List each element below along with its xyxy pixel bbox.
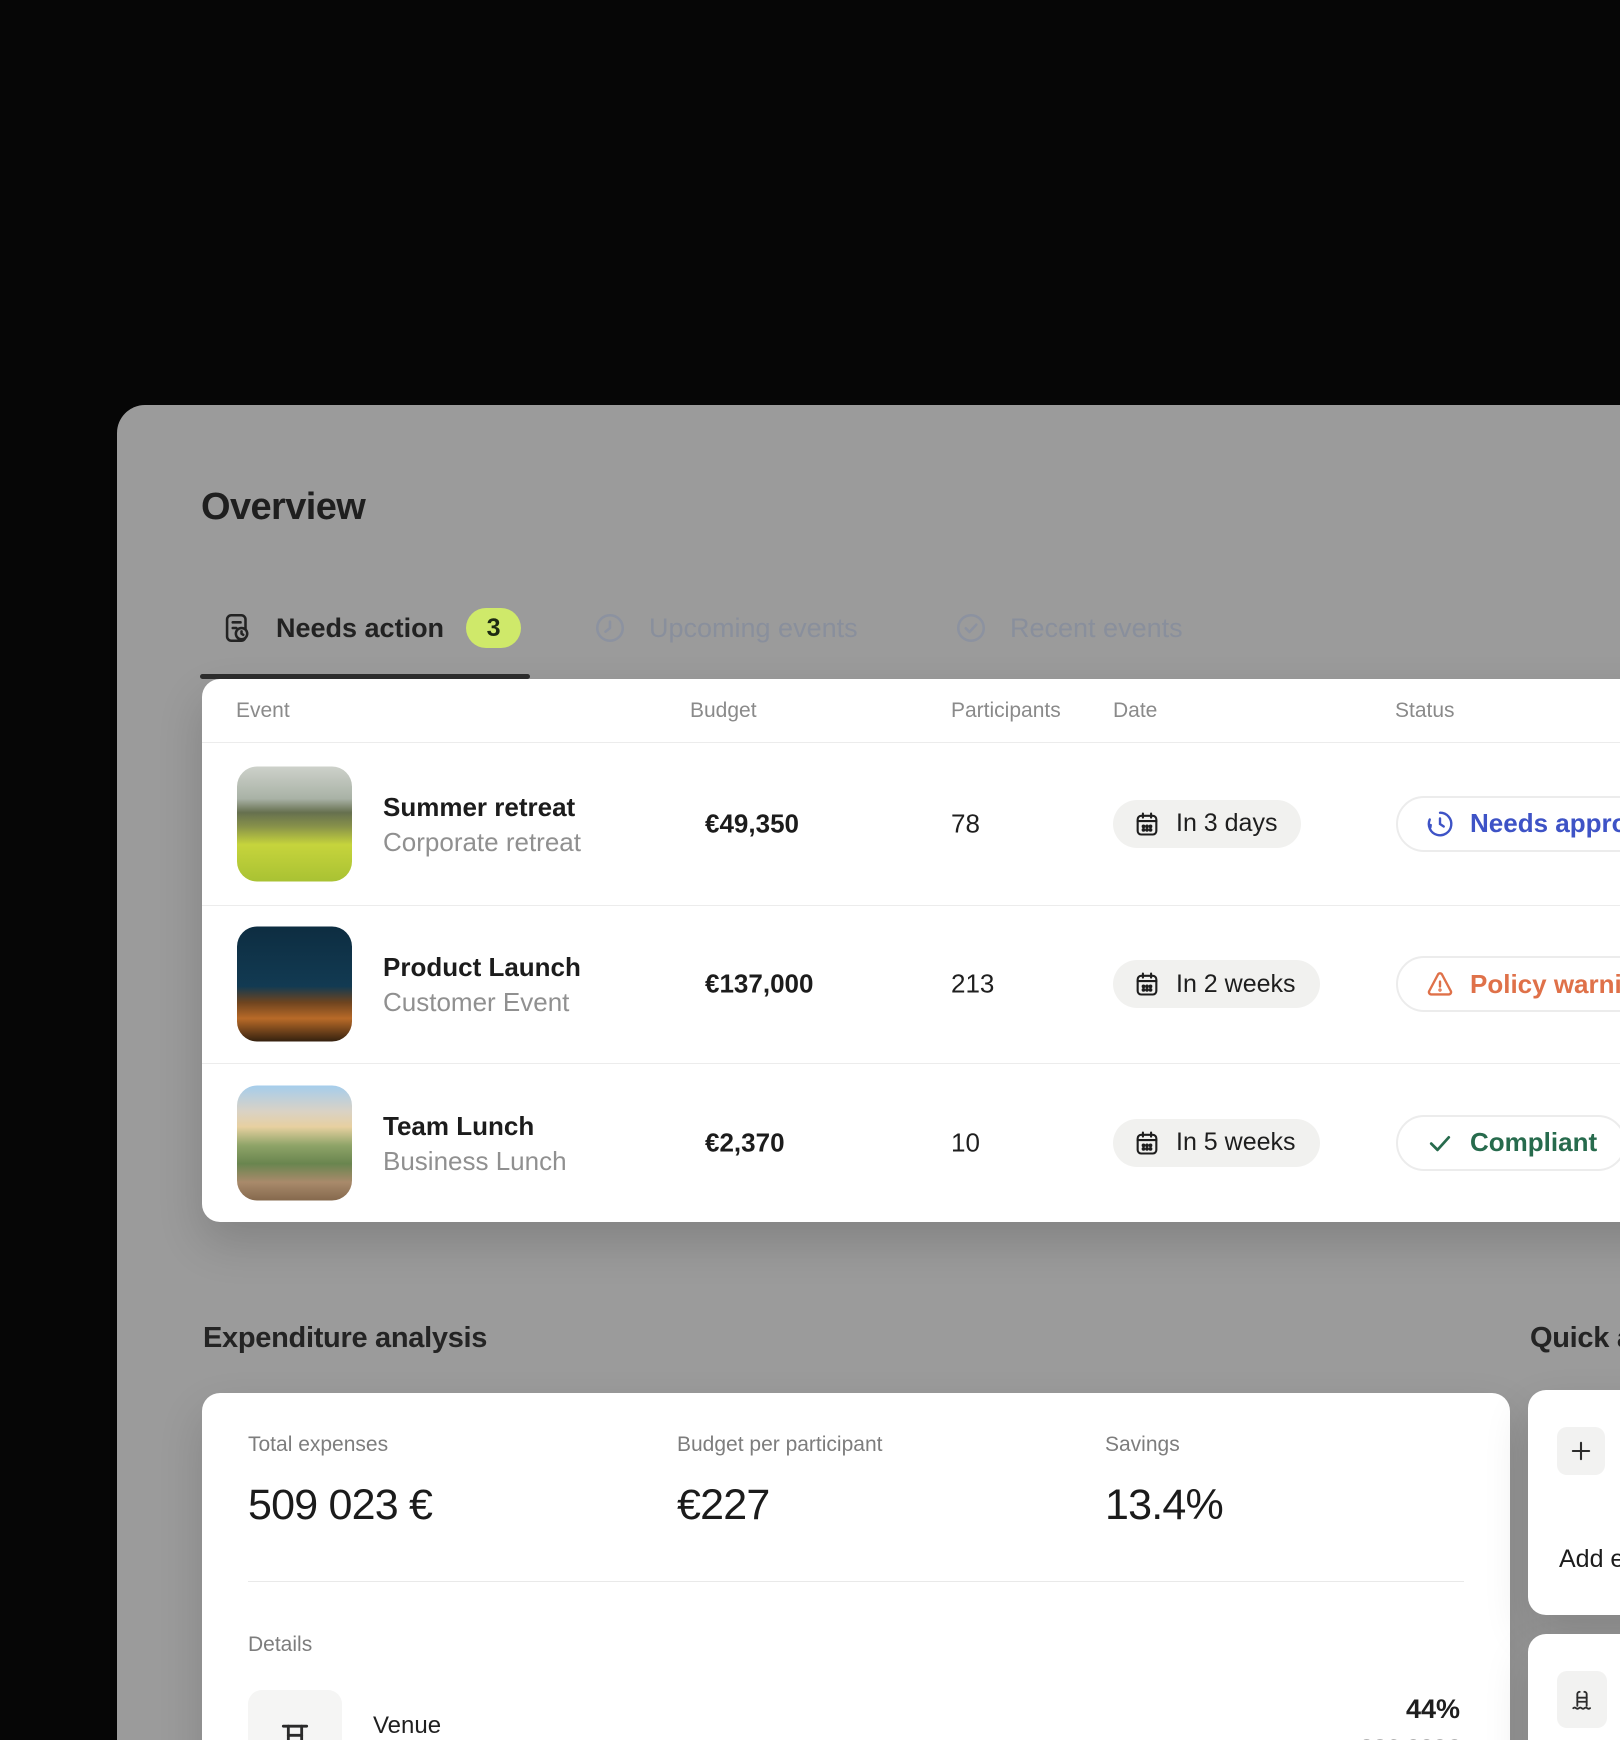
warning-triangle-icon [1425,969,1455,999]
column-header-budget: Budget [690,679,757,742]
table-header: Event Budget Participants Date Status [202,679,1620,742]
stat-value: €227 [677,1481,882,1530]
stat-savings: Savings 13.4% [1105,1433,1223,1530]
status-label: Policy warning [1470,969,1620,1000]
detail-amount: 226 000€ [1360,1735,1460,1740]
quick-action-label: Add event [1559,1545,1620,1574]
tab-label: Recent events [1010,613,1183,644]
tab-recent-events[interactable]: Recent events [954,604,1183,652]
plus-icon [1567,1437,1595,1465]
date-label: In 5 weeks [1176,1128,1296,1157]
event-subtitle: Corporate retreat [383,825,581,859]
file-clock-icon [220,611,254,645]
stat-value: 13.4% [1105,1481,1223,1530]
expenditure-analysis-card: Total expenses 509 023 € Budget per part… [202,1393,1510,1740]
date-chip: In 5 weeks [1113,1119,1320,1167]
stat-label: Budget per participant [677,1433,882,1457]
venue-building-icon [275,1717,315,1740]
app-screenshot: Overview Needs action 3 Upcoming events [0,0,1620,1740]
status-badge-needs-approval[interactable]: Needs approval [1396,796,1620,852]
stat-label: Total expenses [248,1433,432,1457]
divider [248,1581,1464,1582]
table-row-summer-retreat[interactable]: Summer retreat Corporate retreat €49,350… [202,742,1620,905]
budget-cell: €137,000 [705,969,813,1000]
status-badge-compliant[interactable]: Compliant [1396,1115,1620,1171]
table-row-team-lunch[interactable]: Team Lunch Business Lunch €2,370 10 In 5… [202,1063,1620,1222]
status-label: Compliant [1470,1127,1597,1158]
date-label: In 3 days [1176,809,1277,838]
stat-value: 509 023 € [248,1481,432,1530]
column-header-event: Event [236,679,290,742]
detail-row-venue[interactable]: Venue 44% 226 000€ [248,1690,1460,1740]
expenditure-analysis-title: Expenditure analysis [203,1322,487,1355]
calendar-icon [1133,1129,1161,1157]
detail-percent: 44% [1360,1694,1460,1725]
date-chip: In 2 weeks [1113,960,1320,1008]
check-circle-icon [954,611,988,645]
event-subtitle: Business Lunch [383,1144,567,1178]
event-title: Summer retreat [383,789,581,825]
detail-name: Venue [373,1712,441,1740]
tab-upcoming-events[interactable]: Upcoming events [593,604,858,652]
event-subtitle: Customer Event [383,985,581,1019]
quick-action-card[interactable] [1528,1634,1620,1740]
status-badge-policy-warning[interactable]: Policy warning [1396,956,1620,1012]
status-label: Needs approval [1470,808,1620,839]
plus-icon-box[interactable] [1557,1427,1605,1475]
calendar-icon [1133,970,1161,998]
event-thumbnail [237,766,352,881]
participants-cell: 10 [951,1127,980,1158]
budget-cell: €49,350 [705,808,799,839]
pool-ladder-icon-box[interactable] [1557,1671,1607,1728]
tab-needs-action[interactable]: Needs action 3 [220,604,521,652]
event-thumbnail [237,1085,352,1200]
quick-action-add-event-card[interactable]: Add event [1528,1390,1620,1615]
event-title: Product Launch [383,949,581,985]
calendar-icon [1133,810,1161,838]
participants-cell: 78 [951,808,980,839]
participants-cell: 213 [951,969,994,1000]
clock-icon [593,611,627,645]
details-label: Details [248,1633,312,1657]
date-chip: In 3 days [1113,800,1301,848]
tab-label: Needs action [276,613,444,644]
event-title: Team Lunch [383,1108,567,1144]
page-title: Overview [201,486,365,529]
needs-action-table: Event Budget Participants Date Status Su… [202,679,1620,1222]
date-label: In 2 weeks [1176,970,1296,999]
column-header-participants: Participants [951,679,1061,742]
pending-clock-icon [1425,809,1455,839]
budget-cell: €2,370 [705,1127,785,1158]
stat-budget-per-participant: Budget per participant €227 [677,1433,882,1530]
event-thumbnail [237,927,352,1042]
table-row-product-launch[interactable]: Product Launch Customer Event €137,000 2… [202,905,1620,1063]
column-header-date: Date [1113,679,1157,742]
check-icon [1425,1128,1455,1158]
stat-total-expenses: Total expenses 509 023 € [248,1433,432,1530]
pool-ladder-icon [1568,1686,1596,1714]
column-header-status: Status [1395,679,1455,742]
quick-actions-title: Quick actions [1530,1322,1620,1355]
venue-icon-box [248,1690,342,1740]
tab-label: Upcoming events [649,613,858,644]
stat-label: Savings [1105,1433,1223,1457]
needs-action-count-badge: 3 [466,608,521,648]
